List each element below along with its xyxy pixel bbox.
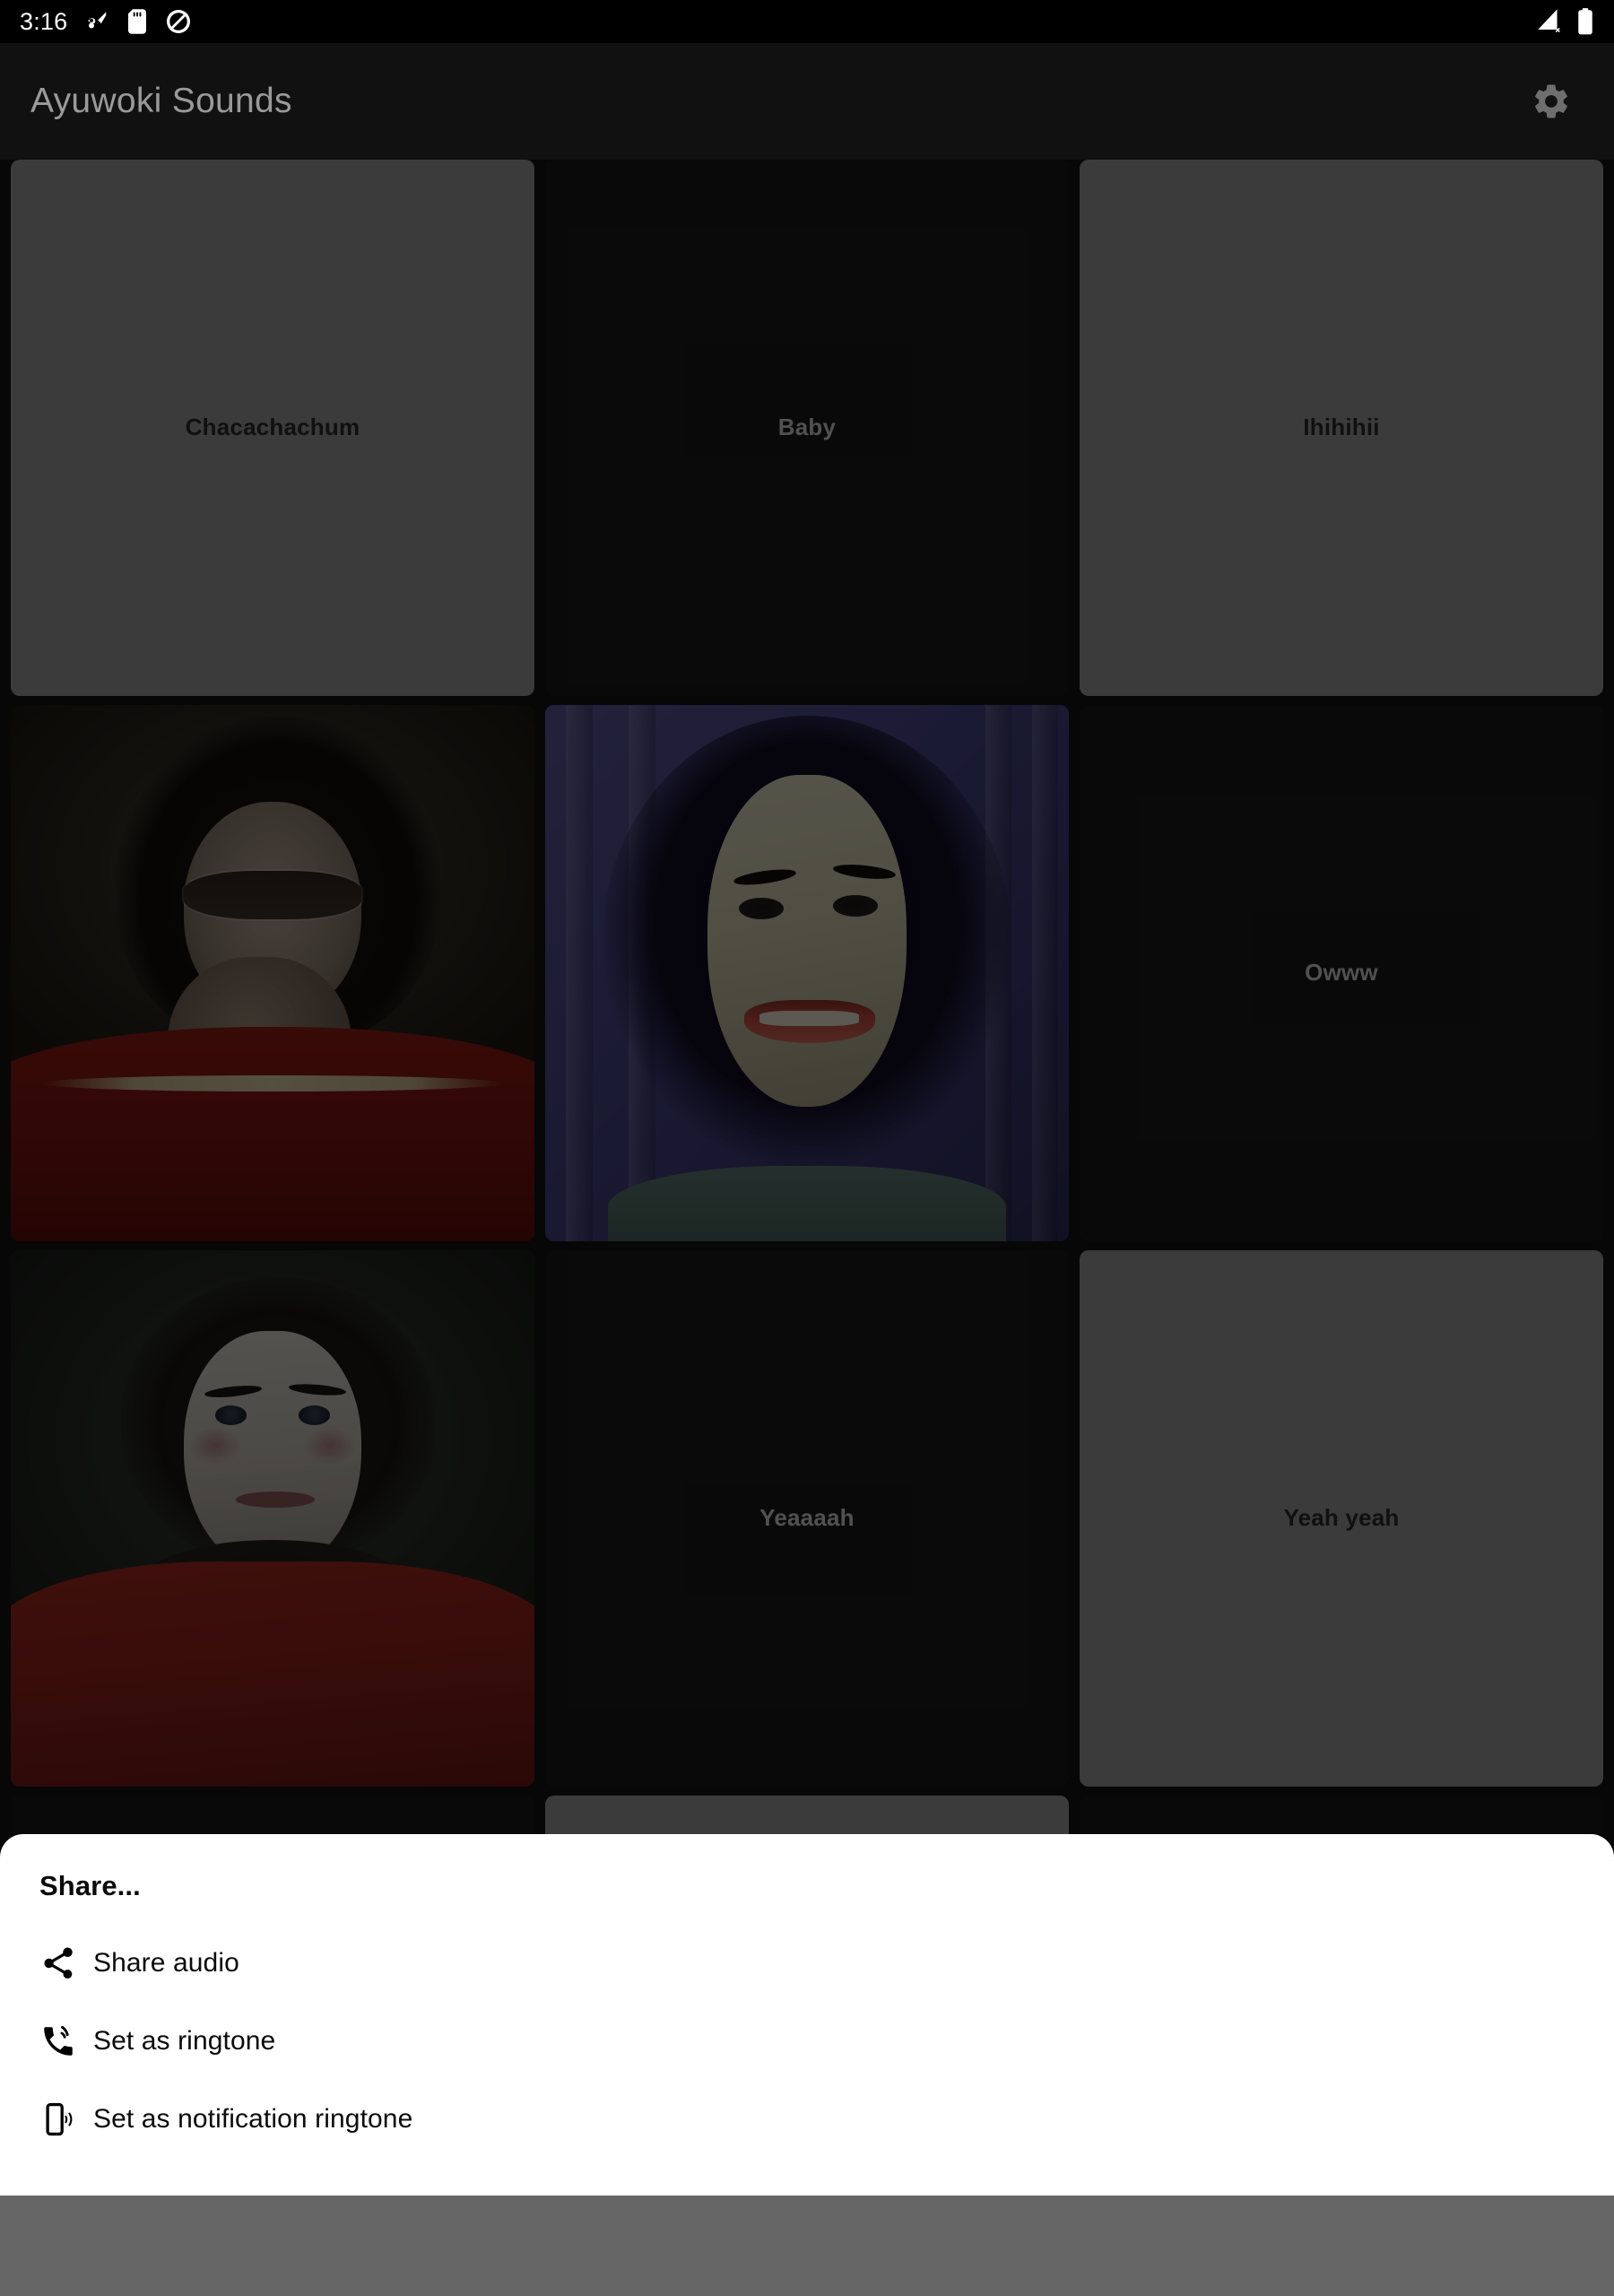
sound-grid: Chacachachum Baby Ihihihii Owww Yeaaaah … — [0, 160, 1614, 2296]
sound-tile-label: Chacachachum — [185, 413, 360, 441]
sd-card-icon — [128, 9, 147, 34]
sound-tile-image-doll[interactable] — [11, 1250, 534, 1787]
sound-tile-image-man-red-jacket[interactable] — [11, 705, 534, 1241]
phone-ring-icon — [39, 2022, 93, 2060]
sound-tile-image-masked-figure[interactable] — [545, 705, 1069, 1241]
set-as-ringtone-option[interactable]: Set as ringtone — [39, 2018, 1575, 2065]
option-label: Share audio — [93, 1948, 239, 1978]
status-bar-right — [1533, 7, 1594, 36]
tile-scrim — [545, 705, 1069, 1241]
status-bar: 3:16 — [0, 0, 1614, 43]
sound-tile-label: Baby — [777, 413, 837, 441]
status-bar-left: 3:16 — [20, 8, 192, 36]
cellular-no-sim-icon — [1538, 9, 1560, 33]
bottom-sheet-options: Share audio Set as ringtone Set as notif… — [39, 1940, 1575, 2143]
sound-tile-label: Yeaaaah — [759, 1504, 855, 1532]
bottom-sheet-title: Share... — [39, 1870, 141, 1901]
settings-button[interactable] — [1519, 69, 1584, 134]
share-audio-option[interactable]: Share audio — [39, 1940, 1575, 1987]
sound-tile-owww[interactable]: Owww — [1080, 705, 1603, 1241]
do-not-disturb-icon — [167, 10, 191, 33]
sound-tile-label: Ihihihii — [1303, 413, 1380, 441]
gear-icon — [1535, 84, 1567, 118]
sound-tile-yeah-yeah[interactable]: Yeah yeah — [1080, 1250, 1603, 1787]
tile-scrim — [11, 705, 534, 1241]
share-icon — [39, 1944, 93, 1982]
sound-tile-baby[interactable]: Baby — [545, 160, 1069, 696]
system-navigation-bar — [0, 2196, 1614, 2296]
option-label: Set as ringtone — [93, 2026, 276, 2056]
sound-tile-yeaaaah[interactable]: Yeaaaah — [545, 1250, 1069, 1787]
option-label: Set as notification ringtone — [93, 2104, 413, 2134]
sound-tile-chacachachum[interactable]: Chacachachum — [11, 160, 534, 696]
developer-settings-icon — [88, 12, 107, 29]
phone-screen: Chacachachum Baby Ihihihii Owww Yeaaaah … — [0, 0, 1614, 2296]
sound-tile-ihihihii[interactable]: Ihihihii — [1080, 160, 1603, 696]
page-title: Ayuwoki Sounds — [30, 82, 292, 120]
share-bottom-sheet: Share... Share audio Set as ringtone Set… — [0, 1834, 1614, 2196]
phone-vibrate-icon — [39, 2100, 93, 2138]
set-as-notification-ringtone-option[interactable]: Set as notification ringtone — [39, 2096, 1575, 2143]
sound-tile-label: Yeah yeah — [1283, 1504, 1400, 1532]
tile-scrim — [11, 1250, 534, 1787]
sound-tile-label: Owww — [1305, 959, 1378, 987]
app-bar: Ayuwoki Sounds — [0, 43, 1614, 160]
battery-icon — [1578, 8, 1592, 35]
status-clock: 3:16 — [20, 7, 68, 35]
